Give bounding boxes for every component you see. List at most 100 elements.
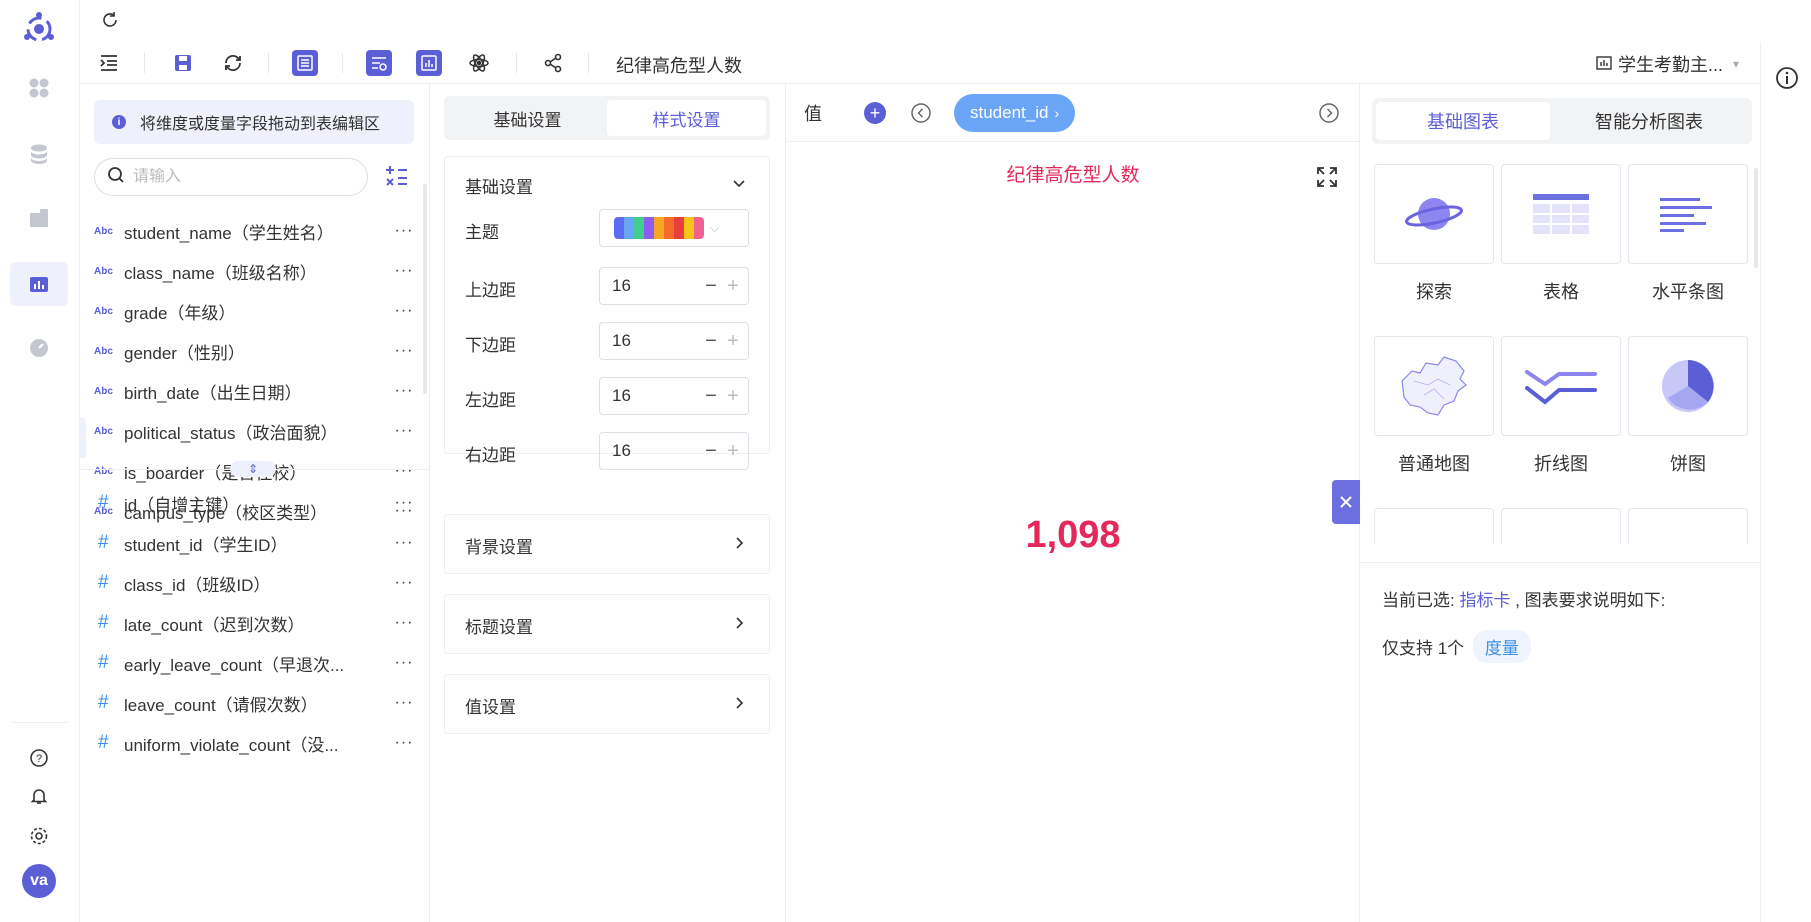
chevron-up-icon[interactable] [731,175,747,196]
more-options-icon[interactable]: ··· [392,462,416,480]
more-options-icon[interactable]: ··· [392,654,416,672]
minus-icon[interactable]: − [700,275,722,298]
measure-field-item[interactable]: # leave_count（请假次数） ··· [94,686,416,720]
plus-icon[interactable]: + [722,330,744,353]
margin-stepper[interactable]: 16− + [599,267,749,305]
tab-style-settings[interactable]: 样式设置 [607,100,766,136]
margin-stepper[interactable]: 16− + [599,377,749,415]
plus-icon[interactable]: + [722,275,744,298]
more-options-icon[interactable]: ··· [392,694,416,712]
bell-icon[interactable] [10,774,68,818]
share-icon[interactable] [540,50,566,76]
more-options-icon[interactable]: ··· [392,422,416,440]
gallery-scrollbar[interactable] [1754,168,1758,268]
more-options-icon[interactable]: ··· [392,494,416,512]
tab-smart-charts[interactable]: 智能分析图表 [1562,102,1736,140]
margin-stepper[interactable]: 16− + [599,432,749,470]
more-options-icon[interactable]: ··· [392,574,416,592]
plus-icon[interactable]: + [722,440,744,463]
more-options-icon[interactable]: ··· [392,614,416,632]
fullscreen-icon[interactable] [1316,166,1340,190]
minus-icon[interactable]: − [700,440,722,463]
refresh-icon[interactable] [98,8,122,32]
tab-basic-charts[interactable]: 基础图表 [1376,102,1550,140]
data-table-icon[interactable] [292,50,318,76]
chart-type-pie[interactable] [1628,336,1748,436]
chevron-right-icon [731,535,747,556]
dimension-field-item[interactable]: Abc political_status（政治面貌） ··· [94,414,416,448]
chart-config-icon[interactable] [366,50,392,76]
scroll-left-icon[interactable] [910,102,932,124]
dimension-scrollbar[interactable] [423,184,427,394]
settings-section[interactable]: 背景设置 [444,514,770,574]
resize-handle-icon[interactable]: ⇕ [230,461,276,477]
chart-type-table[interactable] [1501,164,1621,264]
app-logo[interactable] [20,10,58,48]
more-options-icon[interactable]: ··· [392,302,416,320]
chart-type-more[interactable] [1628,508,1748,544]
dimension-field-item[interactable]: Abc birth_date（出生日期） ··· [94,374,416,408]
dimension-field-item[interactable]: Abc class_name（班级名称） ··· [94,254,416,288]
avatar[interactable]: va [22,864,56,898]
search-input[interactable] [133,168,333,186]
stepper-value[interactable]: 16 [612,331,700,351]
close-gallery-button[interactable] [1332,480,1360,524]
info-icon[interactable] [1775,66,1799,90]
text-type-icon: Abc [94,345,113,357]
tab-basic-settings[interactable]: 基础设置 [448,100,607,136]
nav-database-icon[interactable] [10,132,68,176]
plus-icon[interactable]: + [722,385,744,408]
nav-dataset-icon[interactable] [10,196,68,240]
minus-icon[interactable]: − [700,330,722,353]
minus-icon[interactable]: − [700,385,722,408]
measure-field-item[interactable]: # uniform_violate_count（没... ··· [94,726,416,760]
value-field-pill[interactable]: student_id › [954,94,1076,132]
chart-type-hbar[interactable] [1628,164,1748,264]
settings-section[interactable]: 标题设置 [444,594,770,654]
theme-select[interactable]: ⌵ [599,209,749,247]
field-search[interactable] [94,158,368,196]
more-options-icon[interactable]: ··· [392,342,416,360]
more-options-icon[interactable]: ··· [392,222,416,240]
nav-chart-icon[interactable] [10,262,68,306]
settings-gear-icon[interactable] [10,814,68,858]
chart-type-line[interactable] [1501,336,1621,436]
margin-label: 左边距 [465,391,516,410]
sync-icon[interactable] [220,50,246,76]
selected-chart-link[interactable]: 指标卡 [1459,591,1510,610]
add-field-button[interactable]: + [864,102,886,124]
nav-apps-icon[interactable] [10,66,68,110]
stepper-value[interactable]: 16 [612,276,700,296]
chart-type-more[interactable] [1501,508,1621,544]
basic-settings-title[interactable]: 基础设置 [465,173,533,198]
stepper-value[interactable]: 16 [612,441,700,461]
chart-type-map[interactable] [1374,336,1494,436]
measure-field-item[interactable]: # early_leave_count（早退次... ··· [94,646,416,680]
dimension-field-item[interactable]: Abc grade（年级） ··· [94,294,416,328]
measure-field-item[interactable]: # student_id（学生ID） ··· [94,526,416,560]
dimension-field-item[interactable]: Abc gender（性别） ··· [94,334,416,368]
bar-chart-icon[interactable] [416,50,442,76]
measure-field-item[interactable]: # late_count（迟到次数） ··· [94,606,416,640]
measure-field-item[interactable]: # class_id（班级ID） ··· [94,566,416,600]
save-icon[interactable] [170,50,196,76]
nav-dashboard-icon[interactable] [10,326,68,370]
more-options-icon[interactable]: ··· [392,262,416,280]
more-options-icon[interactable]: ··· [392,534,416,552]
chart-canvas: 值 + student_id › 纪律高危型人数 1,098 [786,84,1360,922]
margin-stepper[interactable]: 16− + [599,322,749,360]
more-options-icon[interactable]: ··· [392,382,416,400]
stepper-value[interactable]: 16 [612,386,700,406]
scroll-right-icon[interactable] [1318,102,1340,124]
dataset-selector[interactable]: 学生考勤主... ▾ [1596,50,1746,78]
dimension-field-item[interactable]: Abc student_name（学生姓名） ··· [94,214,416,248]
chart-type-more[interactable] [1374,508,1494,544]
add-calculated-field-icon[interactable] [382,162,412,192]
measure-field-item[interactable]: # id（自增主键） ··· [94,486,416,520]
atom-icon[interactable] [466,50,492,76]
chart-type-explore[interactable] [1374,164,1494,264]
panel-drag-handle[interactable] [80,418,86,458]
collapse-panel-icon[interactable] [96,50,122,76]
more-options-icon[interactable]: ··· [392,734,416,752]
settings-section[interactable]: 值设置 [444,674,770,734]
